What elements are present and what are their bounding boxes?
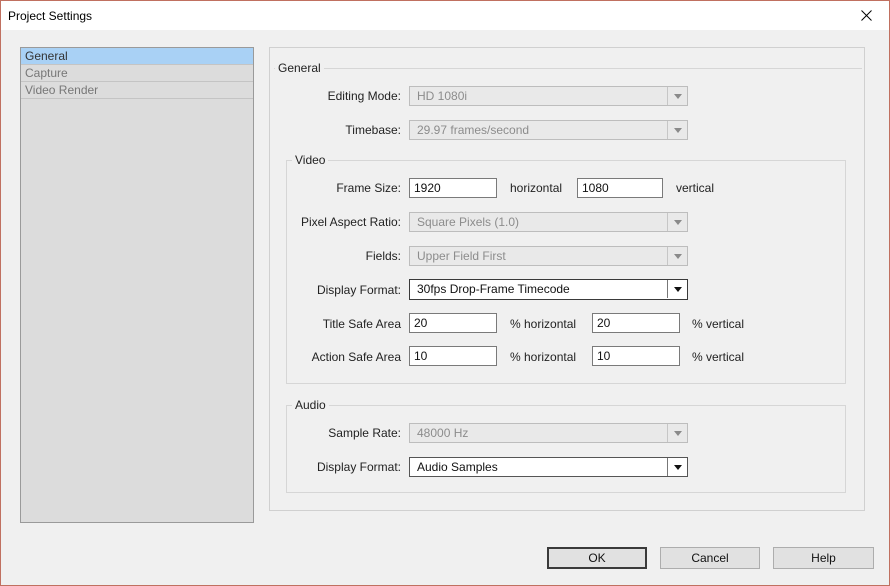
- sample-rate-select[interactable]: 48000 Hz: [409, 423, 688, 443]
- chevron-down-icon: [667, 458, 687, 476]
- action-safe-horizontal-field[interactable]: 10: [409, 346, 497, 366]
- project-settings-dialog: Project Settings General Capture Video R…: [0, 0, 890, 586]
- nav-item-video-render[interactable]: Video Render: [21, 82, 253, 99]
- video-display-format-label: Display Format:: [316, 283, 401, 297]
- chevron-down-icon: [667, 247, 687, 265]
- settings-category-list: General Capture Video Render: [20, 47, 254, 523]
- audio-display-format-value: Audio Samples: [417, 460, 498, 474]
- audio-group-label: Audio: [292, 398, 329, 412]
- fields-select[interactable]: Upper Field First: [409, 246, 688, 266]
- audio-group: [286, 405, 846, 493]
- nav-item-capture[interactable]: Capture: [21, 65, 253, 82]
- action-safe-horizontal-label: % horizontal: [510, 350, 577, 364]
- sample-rate-label: Sample Rate:: [328, 426, 401, 440]
- title-safe-label: Title Safe Area: [322, 317, 401, 331]
- pixel-aspect-value: Square Pixels (1.0): [417, 215, 520, 229]
- action-safe-vertical-label: % vertical: [692, 350, 745, 364]
- action-safe-label: Action Safe Area: [311, 350, 401, 364]
- audio-display-format-label: Display Format:: [316, 460, 401, 474]
- fields-label: Fields:: [365, 249, 401, 263]
- title-safe-horizontal-label: % horizontal: [510, 317, 577, 331]
- editing-mode-select[interactable]: HD 1080i: [409, 86, 688, 106]
- chevron-down-icon: [667, 213, 687, 231]
- window-title: Project Settings: [8, 9, 93, 23]
- title-bar: Project Settings: [1, 1, 889, 30]
- cancel-button[interactable]: Cancel: [660, 547, 760, 569]
- timebase-label: Timebase:: [345, 123, 401, 137]
- chevron-down-icon: [667, 121, 687, 139]
- chevron-down-icon: [667, 87, 687, 105]
- pixel-aspect-select[interactable]: Square Pixels (1.0): [409, 212, 688, 232]
- frame-horizontal-label: horizontal: [510, 181, 563, 195]
- title-safe-horizontal-field[interactable]: 20: [409, 313, 497, 333]
- timebase-select[interactable]: 29.97 frames/second: [409, 120, 688, 140]
- title-safe-vertical-field[interactable]: 20: [592, 313, 680, 333]
- action-safe-vertical-field[interactable]: 10: [592, 346, 680, 366]
- chevron-down-icon: [667, 424, 687, 442]
- fields-value: Upper Field First: [417, 249, 506, 263]
- frame-width-field[interactable]: 1920: [409, 178, 497, 198]
- ok-button[interactable]: OK: [547, 547, 647, 569]
- general-group-label: General: [275, 61, 324, 75]
- chevron-down-icon: [667, 280, 687, 298]
- frame-height-field[interactable]: 1080: [577, 178, 663, 198]
- editing-mode-value: HD 1080i: [417, 89, 468, 103]
- video-group-label: Video: [292, 153, 329, 167]
- frame-size-label: Frame Size:: [336, 181, 401, 195]
- timebase-value: 29.97 frames/second: [417, 123, 530, 137]
- pixel-aspect-label: Pixel Aspect Ratio:: [300, 215, 401, 229]
- video-display-format-select[interactable]: 30fps Drop-Frame Timecode: [409, 279, 688, 300]
- close-icon: [860, 10, 872, 21]
- sample-rate-value: 48000 Hz: [417, 426, 469, 440]
- editing-mode-label: Editing Mode:: [327, 89, 401, 103]
- close-button[interactable]: [843, 1, 889, 30]
- title-safe-vertical-label: % vertical: [692, 317, 745, 331]
- help-button[interactable]: Help: [773, 547, 874, 569]
- nav-item-general[interactable]: General: [21, 48, 253, 65]
- audio-display-format-select[interactable]: Audio Samples: [409, 457, 688, 477]
- video-display-format-value: 30fps Drop-Frame Timecode: [417, 282, 570, 296]
- frame-vertical-label: vertical: [676, 181, 715, 195]
